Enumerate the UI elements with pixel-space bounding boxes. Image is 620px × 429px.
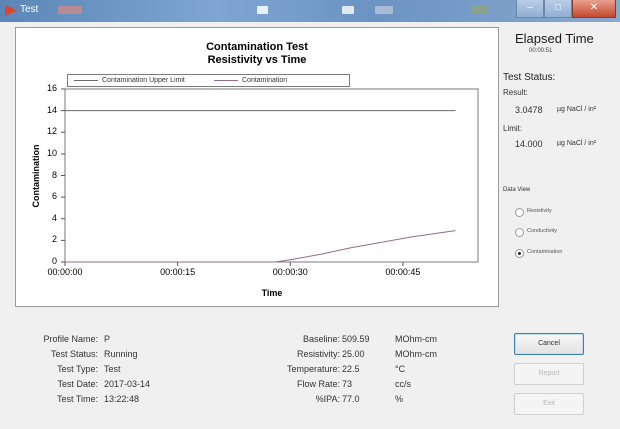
test-time-value: 13:22:48	[104, 394, 140, 404]
y-tick-label: 16	[46, 83, 57, 93]
limit-label: Limit:	[503, 124, 523, 133]
maximize-button[interactable]: □	[544, 0, 572, 18]
taskbar-thumbnail	[472, 6, 488, 14]
test-time-label: Test Time:	[56, 394, 98, 404]
y-tick-label: 6	[51, 191, 57, 202]
radio-contamination[interactable]	[515, 249, 524, 258]
y-tick-label: 12	[46, 126, 57, 137]
close-button[interactable]: ✕	[572, 0, 616, 18]
ipa-label: %IPA:	[315, 394, 340, 404]
y-tick-label: 8	[51, 169, 57, 180]
test-status-label: Test Status:	[50, 349, 98, 359]
radio-conductivity-label[interactable]: Conductivity	[527, 228, 557, 234]
y-axis-label: Contamination	[31, 145, 41, 208]
test-type-value: Test	[104, 364, 121, 374]
result-label: Result:	[503, 88, 528, 97]
test-status-value: Running	[104, 349, 138, 359]
client-area: Contamination Test Resistivity vs Time C…	[8, 22, 612, 422]
window-controls: – □ ✕	[516, 0, 616, 20]
chart-plot: Time Contamination	[31, 88, 479, 298]
x-tick-label: 00:00:30	[272, 267, 308, 277]
x-axis-label: Time	[262, 288, 283, 298]
cancel-button[interactable]: Cancel	[514, 333, 584, 355]
result-unit: µg NaCl / in²	[557, 106, 597, 113]
title-bar[interactable]: Test – □ ✕	[0, 0, 620, 22]
temperature-label: Temperature:	[286, 364, 340, 374]
test-date-value: 2017-03-14	[104, 379, 151, 389]
profile-name-value: P	[104, 334, 111, 344]
chart-panel: Contamination Test Resistivity vs Time C…	[15, 27, 499, 307]
result-value: 3.0478	[515, 105, 543, 115]
radio-conductivity[interactable]	[515, 228, 524, 237]
taskbar-thumbnail	[58, 6, 82, 14]
elapsed-time-heading: Elapsed Time	[515, 31, 594, 46]
y-tick-label: 2	[51, 234, 57, 245]
resistivity-unit: MOhm-cm	[395, 349, 437, 359]
y-tick-label: 0	[51, 256, 57, 266]
test-date-label: Test Date:	[57, 379, 98, 389]
x-tick-label: 00:00:00	[47, 267, 83, 277]
radio-contamination-label[interactable]: Contamination	[527, 249, 562, 255]
x-tick-label: 00:00:15	[160, 267, 196, 277]
taskbar-thumbnail	[375, 6, 393, 14]
flow-rate-unit: cc/s	[395, 379, 412, 389]
ipa-value: 77.0	[342, 394, 360, 404]
radio-resistivity-label[interactable]: Resistivity	[527, 208, 552, 214]
status-panel: Elapsed Time 00:00:51 Test Status: Resul…	[503, 22, 612, 312]
elapsed-time-value: 00:00:51	[529, 48, 553, 54]
y-tick-label: 4	[51, 212, 57, 223]
baseline-label: Baseline:	[302, 334, 340, 344]
window-title: Test	[20, 4, 39, 15]
app-icon	[5, 5, 17, 16]
profile-name-label: Profile Name:	[43, 334, 98, 344]
app-window: Test – □ ✕ Contamination Test Resistivit…	[0, 0, 620, 429]
flow-rate-label: Flow Rate:	[296, 379, 340, 389]
baseline-value: 509.59	[342, 334, 370, 344]
resistivity-label: Resistivity:	[296, 349, 340, 359]
limit-value: 14.000	[515, 139, 543, 149]
x-tick-label: 00:00:45	[385, 267, 421, 277]
y-tick-label: 14	[46, 104, 57, 115]
taskbar-thumbnail	[342, 6, 354, 14]
y-tick-label: 10	[46, 147, 57, 158]
flow-rate-value: 73	[342, 379, 353, 389]
exit-button[interactable]: Exit	[514, 393, 584, 415]
data-view-heading: Data View	[503, 187, 531, 193]
test-status-heading: Test Status:	[503, 72, 556, 83]
temperature-value: 22.5	[342, 364, 360, 374]
radio-resistivity[interactable]	[515, 208, 524, 217]
temperature-unit: °C	[395, 364, 406, 374]
report-button[interactable]: Report	[514, 363, 584, 385]
test-type-label: Test Type:	[57, 364, 98, 374]
taskbar-thumbnail	[257, 6, 268, 14]
resistivity-value: 25.00	[342, 349, 365, 359]
limit-unit: µg NaCl / in²	[557, 140, 597, 147]
minimize-button[interactable]: –	[516, 0, 544, 18]
ipa-unit: %	[395, 394, 404, 404]
baseline-unit: MOhm-cm	[395, 334, 437, 344]
series-line-contamination	[65, 230, 456, 263]
